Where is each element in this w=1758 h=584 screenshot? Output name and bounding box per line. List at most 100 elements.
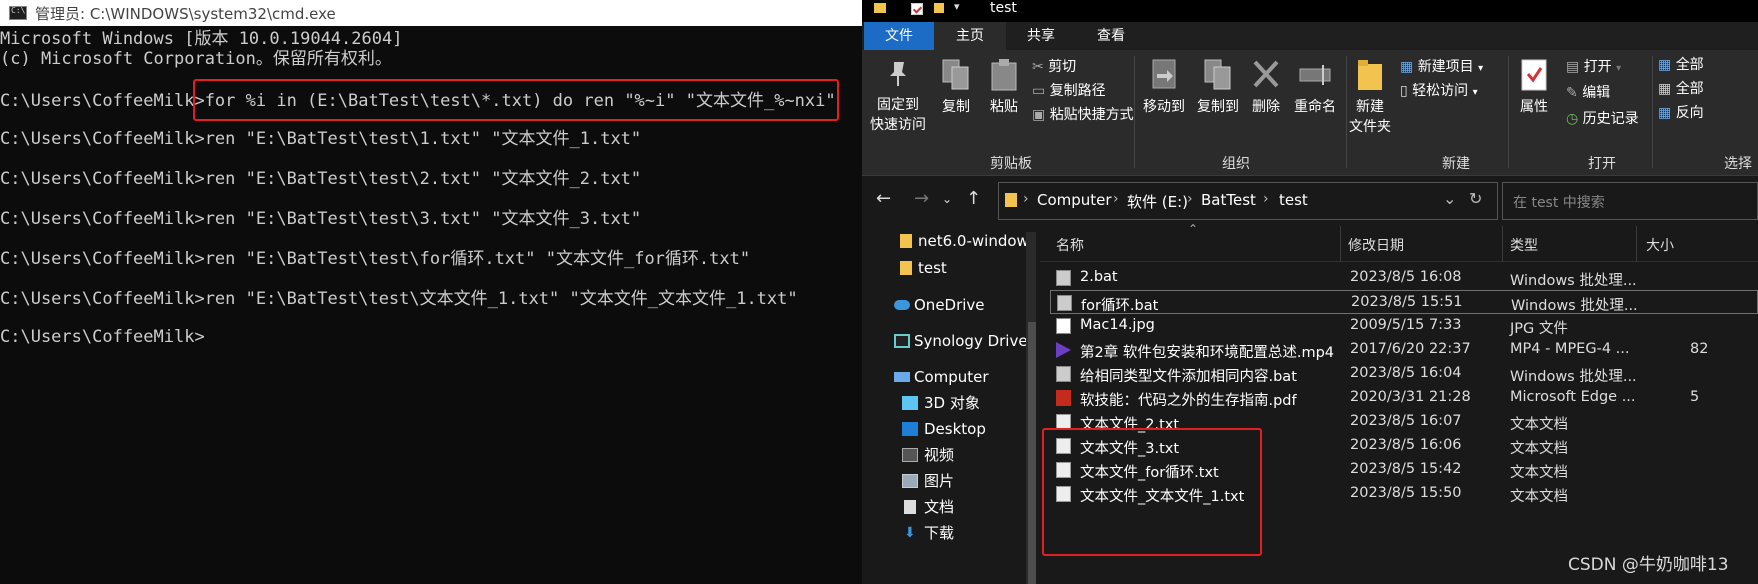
file-date: 2009/5/15 7:33: [1350, 317, 1462, 333]
folder-icon: [874, 3, 886, 13]
file-date: 2020/3/31 21:28: [1350, 389, 1471, 405]
cmd-titlebar[interactable]: 管理员: C:\WINDOWS\system32\cmd.exe: [0, 0, 862, 26]
ribbon-separator: [1346, 56, 1347, 168]
address-bar[interactable]: › Computer › 软件 (E:) › BatTest › test ⌄ …: [998, 182, 1498, 220]
tab-share[interactable]: 共享: [1006, 22, 1076, 50]
tab-home[interactable]: 主页: [934, 22, 1006, 50]
pin-quick-access-button[interactable]: 固定到 快速访问: [870, 58, 926, 134]
forward-arrow-icon[interactable]: →: [914, 188, 929, 209]
organize-group-label: 组织: [1222, 156, 1250, 172]
pictures-icon: [902, 474, 918, 488]
rename-button[interactable]: 重命名: [1288, 58, 1342, 116]
refresh-icon[interactable]: ↻: [1469, 189, 1482, 208]
delete-button[interactable]: 删除: [1246, 58, 1286, 116]
nav-item-label: 3D 对象: [924, 394, 980, 412]
bat-file-icon: [1056, 366, 1071, 382]
easy-access-button[interactable]: ▯ 轻松访问 ▾: [1400, 80, 1478, 100]
move-to-button[interactable]: 移动到: [1138, 58, 1190, 116]
breadcrumb-drive-e[interactable]: 软件 (E:): [1127, 191, 1188, 212]
paste-shortcut-icon: ▣: [1032, 107, 1046, 123]
dropdown-arrow-icon: ▾: [1472, 87, 1478, 98]
copy-to-button[interactable]: 复制到: [1192, 58, 1244, 116]
file-row[interactable]: 软技能：代码之外的生存指南.pdf 2020/3/31 21:28 Micros…: [1050, 386, 1758, 410]
open-icon: ▤: [1566, 59, 1580, 75]
column-size[interactable]: 大小: [1646, 235, 1674, 255]
file-row[interactable]: Mac14.jpg 2009/5/15 7:33 JPG 文件: [1050, 314, 1758, 338]
cut-button[interactable]: ✂ 剪切: [1032, 56, 1076, 76]
ribbon-tabs: 文件 主页 共享 查看: [862, 22, 1758, 50]
file-size: 82: [1690, 341, 1709, 357]
back-arrow-icon[interactable]: ←: [876, 188, 891, 209]
paste-button[interactable]: 粘贴: [982, 58, 1026, 116]
column-divider[interactable]: [1502, 226, 1503, 262]
search-input[interactable]: 在 test 中搜索: [1502, 182, 1758, 220]
copy-button[interactable]: 复制: [934, 58, 978, 116]
paste-shortcut-label: 粘贴快捷方式: [1049, 107, 1134, 123]
properties-button[interactable]: 属性: [1512, 58, 1556, 116]
nav-item-label: OneDrive: [914, 296, 985, 314]
synology-drive-icon: [894, 334, 910, 348]
explorer-titlebar[interactable]: ▾ test: [862, 0, 1758, 22]
column-divider[interactable]: [1340, 226, 1341, 262]
copy-path-button[interactable]: ▭ 复制路径: [1032, 80, 1106, 100]
cmd-line: C:\Users\CoffeeMilk>: [0, 327, 205, 347]
edit-button[interactable]: ✎ 编辑: [1566, 82, 1610, 102]
file-name: for循环.bat: [1081, 298, 1159, 314]
column-date[interactable]: 修改日期: [1348, 235, 1404, 255]
command-highlight-box: [193, 79, 839, 121]
select-none-button[interactable]: ▦ 全部: [1658, 78, 1704, 98]
new-item-button[interactable]: ▦ 新建项目 ▾: [1400, 56, 1483, 76]
navigation-pane: net6.0-window test OneDrive Synology Dri…: [862, 226, 1040, 584]
breadcrumb-computer[interactable]: Computer: [1037, 191, 1112, 209]
ribbon-separator: [1134, 56, 1135, 168]
new-folder-button[interactable]: 新建 文件夹: [1348, 58, 1392, 136]
tab-file[interactable]: 文件: [864, 22, 934, 50]
nav-item-label: Synology Drive: [914, 332, 1028, 350]
column-divider[interactable]: [1636, 226, 1637, 262]
file-row[interactable]: 2.bat 2023/8/5 16:08 Windows 批处理...: [1050, 266, 1758, 290]
edit-label: 编辑: [1582, 85, 1611, 101]
open-button[interactable]: ▤ 打开 ▾: [1566, 56, 1621, 76]
paste-shortcut-button[interactable]: ▣ 粘贴快捷方式: [1032, 104, 1134, 124]
file-row[interactable]: 给相同类型文件添加相同内容.bat 2023/8/5 16:04 Windows…: [1050, 362, 1758, 386]
select-all-button[interactable]: ▦ 全部: [1658, 54, 1704, 74]
column-type[interactable]: 类型: [1510, 235, 1538, 255]
properties-check-icon[interactable]: [911, 3, 923, 15]
invert-selection-button[interactable]: ▦ 反向: [1658, 102, 1704, 122]
breadcrumb-test[interactable]: test: [1279, 191, 1308, 209]
cmd-line: C:\Users\CoffeeMilk>ren "E:\BatTest\test…: [0, 169, 642, 189]
ribbon: 固定到 快速访问 复制 粘贴 ✂ 剪切 ▭ 复制路径 ▣ 粘贴快捷方式 剪贴板 …: [862, 50, 1758, 176]
file-row[interactable]: 第2章 软件包安装和环境配置总述.mp4 2017/6/20 22:37 MP4…: [1050, 338, 1758, 362]
cmd-line: C:\Users\CoffeeMilk>ren "E:\BatTest\test…: [0, 249, 751, 269]
column-name[interactable]: 名称: [1056, 235, 1084, 255]
file-date: 2023/8/5 15:51: [1351, 294, 1463, 310]
breadcrumb-separator-icon: ›: [1023, 191, 1029, 207]
bat-file-icon: [1057, 295, 1072, 311]
history-button[interactable]: ◷ 历史记录: [1566, 108, 1639, 128]
file-type: JPG 文件: [1510, 321, 1568, 337]
file-row[interactable]: for循环.bat 2023/8/5 15:51 Windows 批处理...: [1050, 290, 1758, 314]
address-history-chevron-icon[interactable]: ⌄: [1443, 189, 1456, 208]
nav-item-label: net6.0-window: [918, 232, 1029, 250]
breadcrumb-battest[interactable]: BatTest: [1201, 191, 1256, 209]
cmd-line: C:\Users\CoffeeMilk>ren "E:\BatTest\test…: [0, 289, 798, 309]
select-none-label: 全部: [1675, 81, 1704, 97]
cmd-line: C:\Users\CoffeeMilk>ren "E:\BatTest\test…: [0, 209, 642, 229]
breadcrumb-separator-icon: ›: [1263, 191, 1269, 207]
select-none-icon: ▦: [1658, 81, 1672, 97]
nav-scrollbar[interactable]: [1026, 232, 1036, 584]
breadcrumb-separator-icon: ›: [1113, 191, 1119, 207]
edit-icon: ✎: [1566, 85, 1578, 101]
recent-locations-chevron-icon[interactable]: ⌄: [942, 192, 952, 206]
customize-toolbar-icon[interactable]: ▾: [954, 0, 960, 13]
easy-access-label: 轻松访问: [1412, 83, 1469, 99]
new-folder-icon[interactable]: [934, 3, 944, 13]
open-label: 打开: [1583, 59, 1612, 75]
up-arrow-icon[interactable]: ↑: [966, 188, 981, 209]
computer-icon: [894, 372, 910, 382]
file-type: Microsoft Edge ...: [1510, 389, 1636, 405]
tab-view[interactable]: 查看: [1076, 22, 1146, 50]
nav-scrollbar-thumb[interactable]: [1028, 322, 1036, 584]
history-label: 历史记录: [1582, 111, 1639, 127]
delete-label: 删除: [1252, 99, 1280, 115]
